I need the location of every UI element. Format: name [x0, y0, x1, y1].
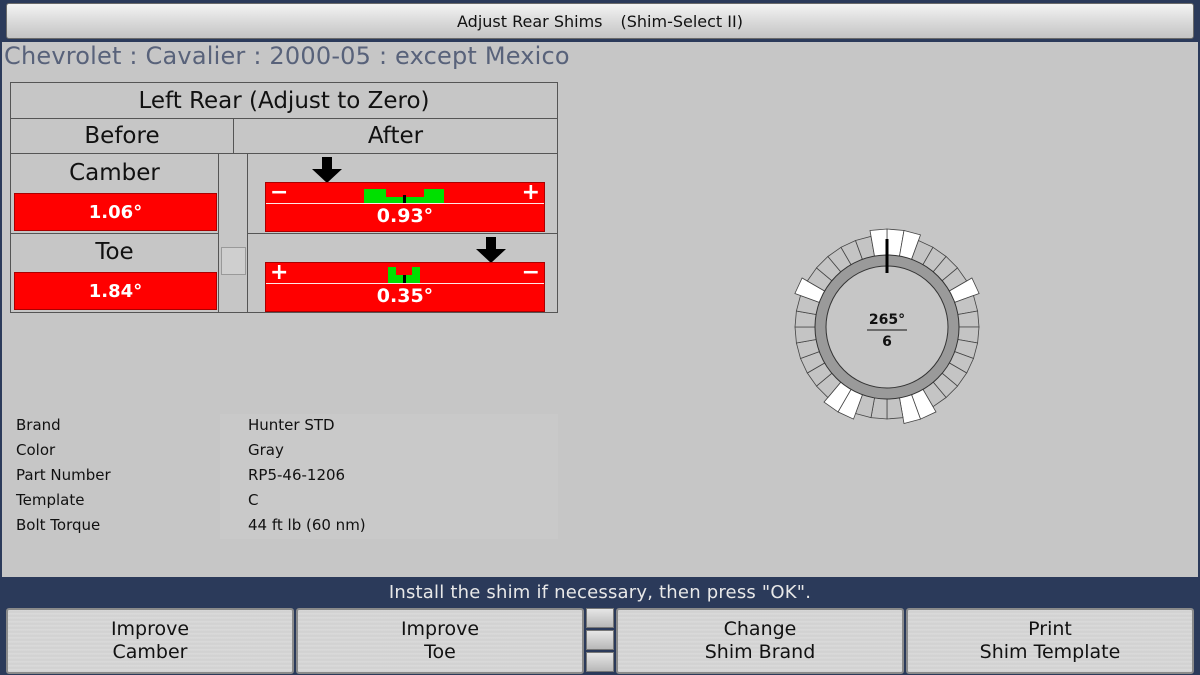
- spec-row: Part Number RP5-46-1206: [12, 464, 558, 489]
- button-label-line2: Camber: [112, 641, 188, 663]
- toe-label: Toe: [95, 239, 134, 265]
- button-label-line1: Improve: [400, 618, 480, 640]
- toe-after-value: 0.35°: [376, 285, 434, 307]
- button-label-line1: Change: [723, 618, 797, 640]
- print-shim-template-button[interactable]: Print Shim Template: [906, 608, 1194, 674]
- separator-column: [218, 154, 248, 312]
- button-label-line1: Improve: [110, 618, 190, 640]
- spec-key: Brand: [16, 416, 61, 434]
- camber-pointer-arrow-icon: [312, 157, 342, 183]
- status-message: Install the shim if necessary, then pres…: [388, 581, 812, 603]
- scroll-down-button[interactable]: [586, 652, 614, 672]
- toe-before-value: 1.84°: [14, 272, 217, 310]
- button-label-line1: Print: [1028, 618, 1072, 640]
- shim-position: 6: [882, 334, 892, 350]
- shim-angle: 265°: [869, 312, 905, 328]
- button-label-line2: Shim Brand: [704, 641, 816, 663]
- toe-after-gauge: + − 0.35°: [265, 260, 545, 312]
- improve-camber-button[interactable]: Improve Camber: [6, 608, 294, 674]
- improve-toe-button[interactable]: Improve Toe: [296, 608, 584, 674]
- spec-key: Bolt Torque: [16, 516, 101, 534]
- center-mark: [403, 275, 406, 283]
- camber-after-value: 0.93°: [376, 205, 434, 227]
- shim-ring-diagram: 265° 6: [794, 228, 980, 424]
- spec-value: 44 ft lb (60 nm): [248, 516, 366, 534]
- camber-plus-symbol: +: [521, 180, 540, 205]
- spec-key: Template: [16, 491, 85, 509]
- spec-row: Color Gray: [12, 439, 558, 464]
- spec-key: Part Number: [16, 466, 111, 484]
- title-bar: Adjust Rear Shims (Shim-Select II): [6, 3, 1194, 39]
- spec-row: Template C: [12, 489, 558, 514]
- row-divider: [248, 233, 558, 234]
- spec-row: Brand Hunter STD: [12, 414, 558, 439]
- title-main: Adjust Rear Shims: [457, 11, 603, 31]
- button-label-line2: Shim Template: [979, 641, 1121, 663]
- shim-specs: Brand Hunter STD Color Gray Part Number …: [12, 414, 558, 539]
- camber-label: Camber: [69, 160, 160, 186]
- before-header: Before: [11, 119, 234, 154]
- toe-pointer-arrow-icon: [476, 237, 506, 263]
- camber-after-gauge: − + 0.93°: [265, 180, 545, 232]
- measurement-table: Left Rear (Adjust to Zero) Before After …: [10, 82, 558, 313]
- after-header: After: [234, 119, 557, 154]
- spec-row: Bolt Torque 44 ft lb (60 nm): [12, 514, 558, 539]
- measurement-header: Left Rear (Adjust to Zero): [11, 83, 557, 119]
- separator-knob: [221, 247, 246, 275]
- camber-minus-symbol: −: [270, 180, 289, 205]
- change-shim-brand-button[interactable]: Change Shim Brand: [616, 608, 904, 674]
- scroll-up-button[interactable]: [586, 608, 614, 628]
- spec-value: Hunter STD: [248, 416, 335, 434]
- title-sub: (Shim-Select II): [620, 11, 743, 31]
- main-panel: Chevrolet : Cavalier : 2000-05 : except …: [2, 42, 1198, 577]
- spec-key: Color: [16, 441, 56, 459]
- spec-value: Gray: [248, 441, 284, 459]
- spec-value: C: [248, 491, 259, 509]
- spec-value: RP5-46-1206: [248, 466, 346, 484]
- toe-minus-symbol: −: [521, 260, 540, 285]
- camber-before-value: 1.06°: [14, 193, 217, 231]
- button-label-line2: Toe: [424, 641, 456, 663]
- center-mark: [403, 195, 406, 203]
- toe-plus-symbol: +: [270, 260, 289, 285]
- vehicle-label: Chevrolet : Cavalier : 2000-05 : except …: [4, 42, 570, 70]
- scroll-middle-button[interactable]: [586, 630, 614, 650]
